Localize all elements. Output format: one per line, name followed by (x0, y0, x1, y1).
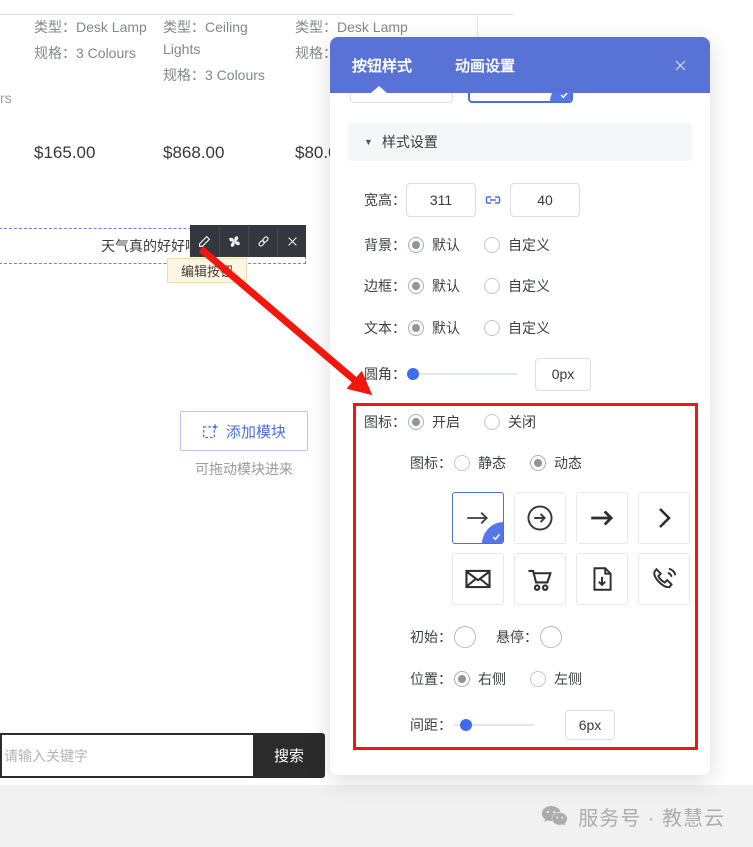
background-custom-radio[interactable] (484, 237, 500, 253)
link-dimensions-icon[interactable] (484, 192, 502, 208)
text-default-radio[interactable] (408, 320, 424, 336)
hover-color-label: 悬停： (496, 627, 540, 647)
card-divider-vertical (477, 14, 478, 37)
icon-off-radio[interactable] (484, 414, 500, 430)
icon-grid (452, 492, 690, 605)
active-tab-pointer (371, 86, 387, 93)
product-price: $868.00 (163, 143, 224, 163)
icon-toggle-row: 图标： 开启 关闭 (364, 413, 560, 431)
background-row: 背景： 默认 自定义 (364, 236, 574, 254)
arrow-right-line-icon[interactable] (452, 492, 504, 544)
tab-animation-settings[interactable]: 动画设置 (455, 55, 515, 76)
position-label: 位置： (410, 669, 454, 689)
file-download-icon[interactable] (576, 553, 628, 605)
clipped-text-fragment: rs (0, 90, 12, 106)
chevron-right-icon[interactable] (638, 492, 690, 544)
link-icon[interactable] (248, 225, 277, 257)
delete-icon[interactable] (277, 225, 306, 257)
footer-strip: 服务号 · 教慧云 (0, 785, 753, 847)
border-label: 边框： (364, 276, 408, 296)
style-settings-section-header[interactable]: ▼ 样式设置 (348, 123, 692, 161)
border-custom-radio[interactable] (484, 278, 500, 294)
border-row: 边框： 默认 自定义 (364, 277, 574, 295)
product-card: 类型：Desk Lamp 规格：3 Colours (34, 16, 152, 64)
arrow-right-bold-icon[interactable] (576, 492, 628, 544)
wechat-icon (541, 805, 568, 828)
initial-color-swatch[interactable] (454, 626, 476, 648)
hover-color-swatch[interactable] (540, 626, 562, 648)
icon-toggle-label: 图标： (364, 412, 408, 432)
text-label: 文本： (364, 318, 408, 338)
border-default-radio[interactable] (408, 278, 424, 294)
width-input[interactable] (406, 183, 476, 217)
position-left-radio[interactable] (530, 671, 546, 687)
product-spec: 规格：3 Colours (34, 42, 152, 64)
size-row: 宽高： (364, 183, 580, 217)
edit-icon[interactable] (190, 225, 219, 257)
product-price: $165.00 (34, 143, 95, 163)
icon-position-row: 位置： 右侧 左侧 (410, 670, 606, 688)
gap-slider-handle[interactable] (460, 719, 472, 731)
radius-value-input[interactable] (535, 358, 591, 391)
move-icon[interactable] (219, 225, 248, 257)
drag-hint-text: 可拖动模块进来 (172, 459, 316, 479)
icon-static-radio[interactable] (454, 455, 470, 471)
product-type: 类型：Ceiling Lights (163, 16, 281, 60)
chevron-down-icon: ▼ (364, 137, 373, 147)
text-custom-radio[interactable] (484, 320, 500, 336)
size-label: 宽高： (364, 190, 406, 210)
position-right-radio[interactable] (454, 671, 470, 687)
search-bar: 搜索 (0, 733, 325, 778)
icon-on-radio[interactable] (408, 414, 424, 430)
close-icon[interactable] (673, 58, 688, 73)
search-button[interactable]: 搜索 (253, 733, 325, 778)
phone-call-icon[interactable] (638, 553, 690, 605)
edit-button-tooltip: 编辑按钮 (167, 258, 247, 283)
search-input[interactable] (0, 733, 253, 778)
panel-header: 按钮样式 动画设置 (330, 37, 710, 93)
background-default-radio[interactable] (408, 237, 424, 253)
gap-label: 间距： (410, 715, 454, 735)
radius-slider[interactable] (408, 373, 518, 375)
add-module-icon (202, 423, 219, 440)
watermark-text: 服务号 · 教慧云 (578, 802, 725, 831)
background-label: 背景： (364, 235, 408, 255)
gap-slider[interactable] (454, 724, 534, 726)
radius-row: 圆角： (364, 357, 591, 391)
height-input[interactable] (510, 183, 580, 217)
canvas-button-label: 天气真的好好啊 (101, 236, 199, 256)
product-type: 类型：Desk Lamp (295, 16, 413, 38)
product-card: 类型：Ceiling Lights 规格：3 Colours (163, 16, 281, 86)
product-type: 类型：Desk Lamp (34, 16, 152, 38)
shopping-cart-icon[interactable] (514, 553, 566, 605)
text-row: 文本： 默认 自定义 (364, 319, 574, 337)
card-divider-line (0, 14, 513, 15)
arrow-right-circle-icon[interactable] (514, 492, 566, 544)
gap-value-input[interactable] (565, 710, 615, 740)
radius-slider-handle[interactable] (407, 368, 419, 380)
initial-color-label: 初始： (410, 627, 454, 647)
radius-label: 圆角： (364, 364, 408, 384)
add-module-button[interactable]: 添加模块 (180, 411, 308, 451)
product-spec: 规格：3 Colours (163, 64, 281, 86)
icon-gap-row: 间距： (410, 710, 615, 740)
element-toolbar (190, 225, 306, 257)
button-settings-panel: 按钮样式 动画设置 ▼ 样式设置 宽高： 背景： 默认 自定义 边框： 默认 自… (330, 37, 710, 775)
icon-mode-row: 图标： 静态 动态 (410, 454, 606, 472)
tab-button-style[interactable]: 按钮样式 (352, 55, 412, 76)
icon-color-row: 初始： 悬停： (410, 626, 562, 648)
icon-dynamic-radio[interactable] (530, 455, 546, 471)
mail-icon[interactable] (452, 553, 504, 605)
icon-mode-label: 图标： (410, 453, 454, 473)
watermark: 服务号 · 教慧云 (541, 802, 725, 831)
